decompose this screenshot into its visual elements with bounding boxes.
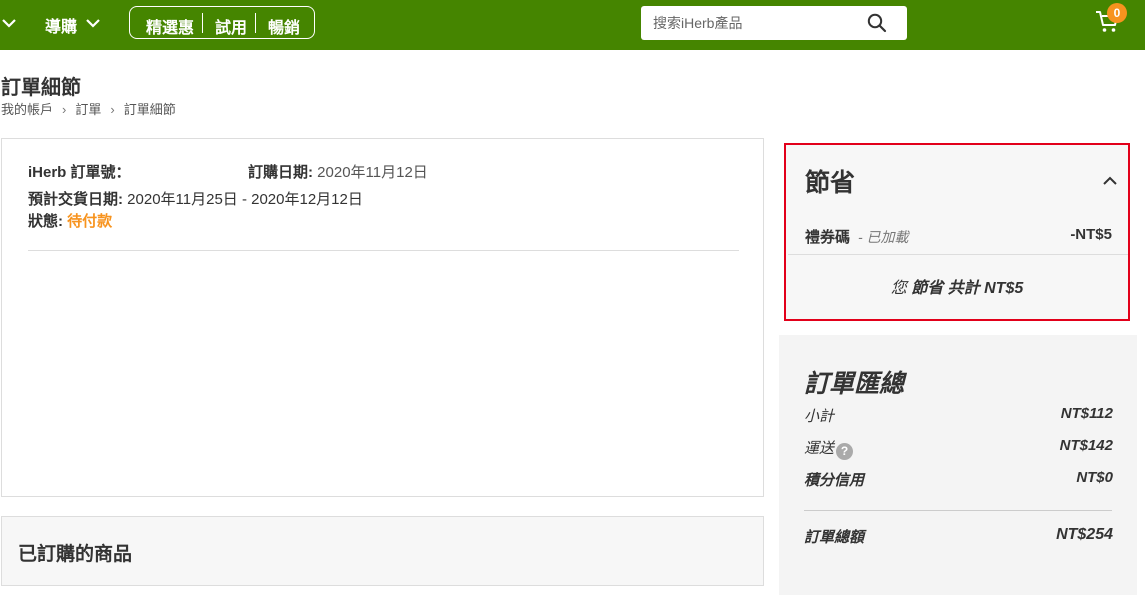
search-input[interactable] (641, 6, 873, 40)
subtotal-label: 小計 (804, 408, 835, 425)
breadcrumb-my-account[interactable]: 我的帳戶 (1, 99, 53, 118)
credit-value: NT$0 (1076, 469, 1113, 486)
savings-total-amount: 節省 共計 NT$5 (911, 280, 1024, 297)
breadcrumb: 我的帳戶 › 訂單 › 訂單細節 (1, 99, 176, 118)
divider (202, 13, 203, 33)
promo-links-group: 精選惠 試用 暢銷 (129, 6, 315, 39)
order-number-label: iHerb 訂單號： (28, 164, 131, 181)
top-navigation-bar: 導購 精選惠 試用 暢銷 0 (0, 0, 1145, 50)
breadcrumb-order-detail: 訂單細節 (123, 102, 176, 117)
page-title: 訂單細節 (1, 77, 81, 99)
coupon-status: - 已加載 (858, 229, 909, 245)
chevron-up-icon[interactable] (1102, 174, 1118, 188)
status-row: 狀態: 待付款 (28, 210, 112, 231)
shipping-row: 運送? (804, 437, 854, 460)
order-info-card: iHerb 訂單號： 訂購日期: 2020年11月12日 預計交貨日期: 202… (1, 138, 764, 497)
promo-link-specials[interactable]: 精選惠 (146, 14, 194, 38)
order-summary-title: 訂單匯總 (804, 370, 905, 398)
chevron-right-icon: › (62, 102, 67, 117)
cart-count-badge: 0 (1107, 3, 1127, 23)
shipping-label: 運送 (804, 440, 835, 457)
divider (804, 510, 1112, 511)
order-summary-panel: 訂單匯總 小計 NT$112 運送? NT$142 積分信用 NT$0 訂單總額… (779, 335, 1137, 595)
savings-panel: 節省 禮券碼 - 已加載 -NT$5 您 節省 共計 NT$5 (784, 143, 1130, 321)
divider (788, 254, 1128, 255)
help-icon[interactable]: ? (836, 443, 854, 460)
order-total-label: 訂單總額 (804, 529, 865, 546)
order-date-value: 2020年11月12日 (317, 164, 428, 181)
delivery-date-label: 預計交貨日期: (28, 191, 123, 208)
shop-nav-label[interactable]: 導購 (45, 13, 77, 37)
shipping-value: NT$142 (1059, 437, 1113, 454)
promo-link-trials[interactable]: 試用 (215, 14, 247, 38)
search-box (641, 6, 907, 40)
breadcrumb-orders[interactable]: 訂單 (75, 99, 101, 118)
savings-total: 您 節省 共計 NT$5 (786, 274, 1128, 298)
promo-link-bestsellers[interactable]: 暢銷 (268, 14, 300, 38)
chevron-down-icon[interactable] (0, 14, 18, 32)
coupon-label: 禮券碼 (805, 229, 851, 246)
delivery-date-value: 2020年11月25日 - 2020年12月12日 (127, 191, 363, 208)
delivery-date-row: 預計交貨日期: 2020年11月25日 - 2020年12月12日 (28, 188, 363, 209)
chevron-right-icon: › (110, 102, 115, 117)
savings-title: 節省 (805, 169, 856, 197)
status-value: 待付款 (67, 213, 113, 230)
order-number-row: iHerb 訂單號： (28, 161, 131, 182)
status-label: 狀態: (28, 213, 63, 230)
order-date-label: 訂購日期: (248, 164, 313, 181)
chevron-down-icon[interactable] (84, 14, 102, 32)
search-icon[interactable] (867, 13, 887, 33)
order-date-row: 訂購日期: 2020年11月12日 (248, 161, 428, 182)
divider (255, 13, 256, 33)
credit-label: 積分信用 (804, 472, 865, 489)
order-total-value: NT$254 (1056, 526, 1113, 543)
divider (28, 250, 739, 251)
savings-total-prefix: 您 (890, 280, 907, 297)
subtotal-value: NT$112 (1060, 405, 1113, 422)
coupon-value: -NT$5 (1070, 226, 1112, 243)
ordered-items-title: 已訂購的商品 (18, 544, 133, 565)
